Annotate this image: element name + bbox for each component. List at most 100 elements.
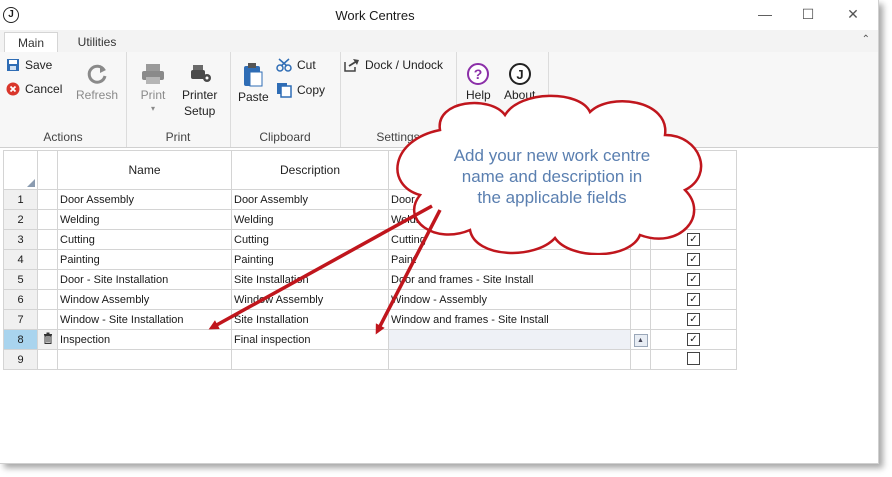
row-indicator <box>37 209 58 230</box>
table-row[interactable]: 2 Welding Welding Welding <box>3 209 737 230</box>
active-cell[interactable] <box>650 349 737 370</box>
description-cell[interactable]: Welding <box>231 209 389 230</box>
row-number[interactable]: 6 <box>3 289 38 310</box>
about-label: About <box>504 88 536 102</box>
paste-button[interactable]: Paste <box>238 62 269 104</box>
copy-icon <box>277 83 292 98</box>
extra-cell[interactable]: Window - Assembly <box>388 289 631 310</box>
extra-cell[interactable]: Paint <box>388 249 631 270</box>
description-cell[interactable]: Painting <box>231 249 389 270</box>
extra-cell[interactable] <box>388 349 631 370</box>
name-cell[interactable]: Painting <box>57 249 232 270</box>
about-button[interactable]: J About <box>504 62 535 102</box>
extra-cell[interactable]: Welding <box>388 209 631 230</box>
name-cell[interactable]: Welding <box>57 209 232 230</box>
extra-cell[interactable]: Door and frames - Site Install <box>388 269 631 290</box>
row-number[interactable]: 5 <box>3 269 38 290</box>
row-number[interactable]: 2 <box>3 209 38 230</box>
active-checkbox[interactable]: ✓ <box>687 233 700 246</box>
column-header-description[interactable]: Description <box>231 150 389 190</box>
printer-setup-button[interactable]: Printer Setup <box>182 62 217 118</box>
name-cell[interactable]: Door - Site Installation <box>57 269 232 290</box>
blank-cell <box>630 209 651 230</box>
active-cell[interactable]: ✓ <box>650 269 737 290</box>
callout-line-1: Add your new work centre <box>453 146 651 165</box>
group-label-clipboard: Clipboard <box>259 130 311 144</box>
description-cell[interactable]: Window Assembly <box>231 289 389 310</box>
help-button[interactable]: ? Help <box>466 62 491 102</box>
active-checkbox[interactable]: ✓ <box>687 333 700 346</box>
cut-button[interactable]: Cut <box>276 58 316 72</box>
save-button[interactable]: Save <box>6 58 52 72</box>
row-number[interactable]: 7 <box>3 309 38 330</box>
active-checkbox[interactable] <box>687 351 700 365</box>
printer-setup-label-1: Printer <box>182 88 218 102</box>
dock-undock-button[interactable]: Dock / Undock <box>344 58 443 72</box>
delete-row-icon[interactable] <box>37 329 58 350</box>
save-label: Save <box>25 58 53 72</box>
name-cell[interactable]: Door Assembly <box>57 189 232 210</box>
cancel-button[interactable]: Cancel <box>6 82 62 96</box>
description-cell[interactable]: Door Assembly <box>231 189 389 210</box>
active-cell[interactable]: ✓ <box>650 289 737 310</box>
row-indicator <box>37 289 58 310</box>
name-cell[interactable]: Window - Site Installation <box>57 309 232 330</box>
copy-button[interactable]: Copy <box>276 82 325 98</box>
description-cell[interactable]: Final inspection <box>231 329 389 350</box>
tab-utilities[interactable]: Utilities <box>66 32 128 52</box>
table-row[interactable]: 9 <box>3 349 737 370</box>
table-row-selected[interactable]: 8 Inspection Final inspection ▲ ✓ <box>3 329 737 350</box>
table-row[interactable]: 6 Window Assembly Window Assembly Window … <box>3 289 737 310</box>
paste-icon <box>244 63 263 87</box>
active-cell[interactable] <box>650 209 737 230</box>
name-cell[interactable]: Window Assembly <box>57 289 232 310</box>
description-cell[interactable]: Site Installation <box>231 269 389 290</box>
active-checkbox[interactable]: ✓ <box>687 313 700 326</box>
minimize-icon[interactable]: — <box>755 5 775 23</box>
blank-cell <box>630 349 651 370</box>
active-checkbox[interactable]: ✓ <box>687 273 700 286</box>
maximize-icon[interactable]: ☐ <box>798 5 818 23</box>
name-cell[interactable] <box>57 349 232 370</box>
active-checkbox[interactable]: ✓ <box>687 293 700 306</box>
table-row[interactable]: 5 Door - Site Installation Site Installat… <box>3 269 737 290</box>
refresh-icon <box>87 64 107 84</box>
row-indicator <box>37 229 58 250</box>
row-number[interactable]: 4 <box>3 249 38 270</box>
print-dropdown-icon[interactable]: ▾ <box>151 104 155 113</box>
name-cell[interactable]: Cutting <box>57 229 232 250</box>
row-number[interactable]: 8 <box>3 329 38 350</box>
row-indicator <box>37 249 58 270</box>
row-number[interactable]: 1 <box>3 189 38 210</box>
tab-main[interactable]: Main <box>4 32 58 54</box>
table-row[interactable]: 4 Painting Painting Paint ✓ <box>3 249 737 270</box>
active-cell[interactable]: ✓ <box>650 249 737 270</box>
table-row[interactable]: 7 Window - Site Installation Site Install… <box>3 309 737 330</box>
refresh-button[interactable]: Refresh <box>76 62 118 102</box>
description-cell[interactable] <box>231 349 389 370</box>
active-cell[interactable]: ✓ <box>650 229 737 250</box>
row-number[interactable]: 3 <box>3 229 38 250</box>
description-cell[interactable]: Site Installation <box>231 309 389 330</box>
active-cell[interactable]: ✓ <box>650 309 737 330</box>
table-row[interactable]: 3 Cutting Cutting Cutting ✓ <box>3 229 737 250</box>
extra-cell[interactable]: Cutting <box>388 229 631 250</box>
collapse-ribbon-icon[interactable]: ⌃ <box>862 34 870 45</box>
active-checkbox[interactable]: ✓ <box>687 253 700 266</box>
extra-cell[interactable] <box>388 329 631 350</box>
group-print: Print ▾ Printer Setup Print <box>126 52 231 147</box>
extra-cell[interactable]: Window and frames - Site Install <box>388 309 631 330</box>
row-indicator <box>37 309 58 330</box>
grid-corner[interactable] <box>3 150 38 190</box>
active-cell[interactable]: ✓ <box>650 329 737 350</box>
name-cell[interactable]: Inspection <box>57 329 232 350</box>
description-cell[interactable]: Cutting <box>231 229 389 250</box>
column-header-name[interactable]: Name <box>57 150 232 190</box>
row-number[interactable]: 9 <box>3 349 38 370</box>
print-button[interactable]: Print ▾ <box>140 62 166 113</box>
window-title: Work Centres <box>335 8 415 23</box>
close-icon[interactable]: ✕ <box>843 5 863 23</box>
dock-icon <box>344 59 359 72</box>
row-scroll-up-icon[interactable]: ▲ <box>630 329 651 350</box>
cut-label: Cut <box>297 58 316 72</box>
